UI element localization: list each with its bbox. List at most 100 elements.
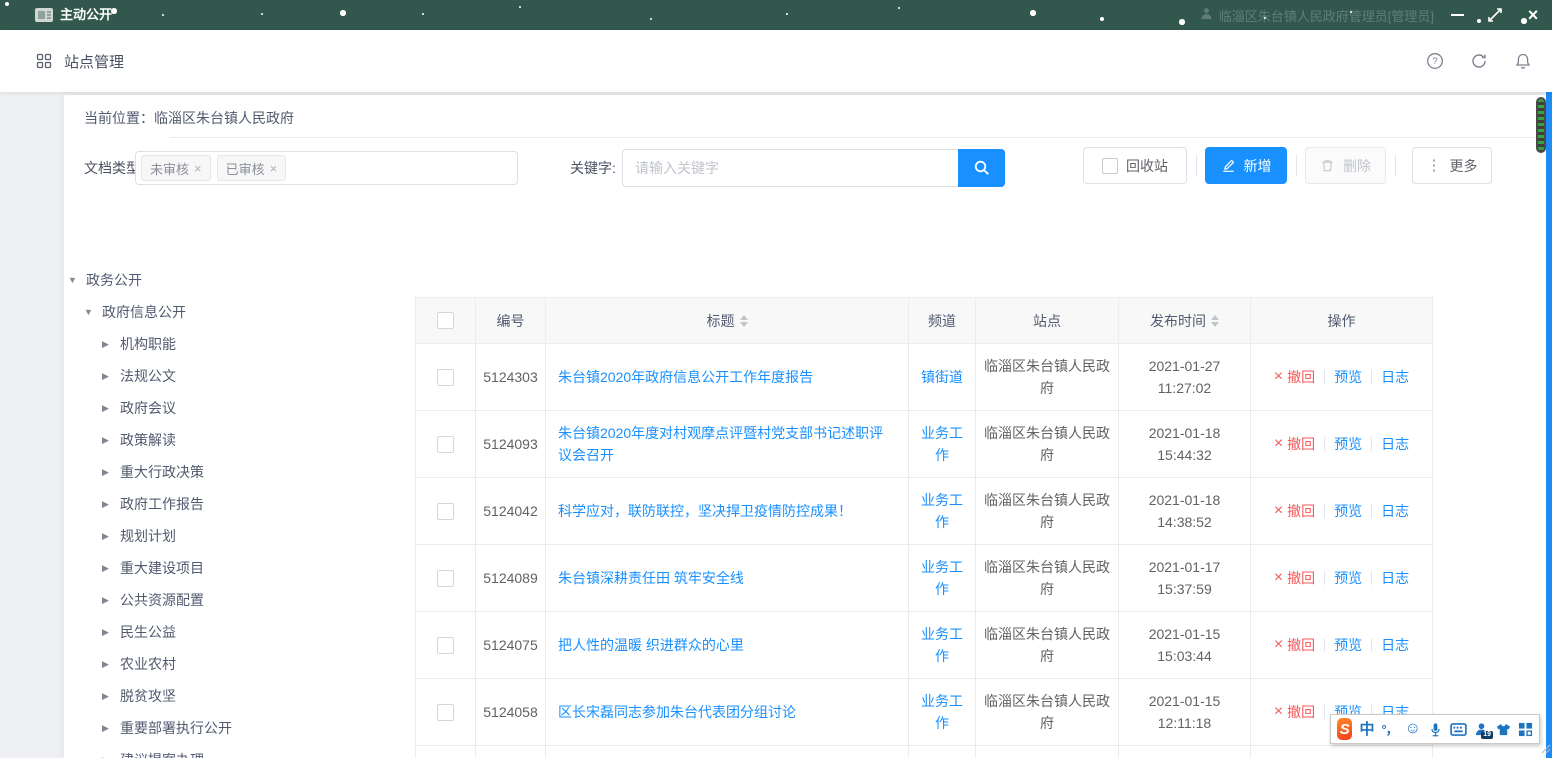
- recycle-checkbox[interactable]: [1102, 158, 1118, 174]
- sogou-logo-icon[interactable]: S: [1337, 718, 1352, 740]
- tree-item[interactable]: ▶脱贫攻坚: [102, 680, 176, 712]
- tree-item[interactable]: ▶农业农村: [102, 648, 176, 680]
- caret-right-icon[interactable]: ▶: [102, 339, 111, 350]
- doc-type-select[interactable]: 未审核 × 已审核 ×: [135, 151, 518, 185]
- row-checkbox[interactable]: [437, 704, 454, 721]
- ime-punctuation[interactable]: °，: [1381, 723, 1397, 736]
- tree-item[interactable]: ▶政府会议: [102, 392, 176, 424]
- tree-item-xinxigongkai[interactable]: ▼政府信息公开: [84, 296, 186, 328]
- delete-button[interactable]: 删除: [1305, 147, 1386, 184]
- tree-item[interactable]: ▶民生公益: [102, 616, 176, 648]
- caret-right-icon[interactable]: ▶: [102, 403, 111, 414]
- caret-right-icon[interactable]: ▶: [102, 627, 111, 638]
- header-title[interactable]: 标题: [546, 298, 909, 344]
- tag-close-icon[interactable]: ×: [194, 161, 202, 176]
- ime-mic-icon[interactable]: [1428, 722, 1443, 737]
- retract-link[interactable]: ×撤回: [1274, 567, 1315, 589]
- tree-item[interactable]: ▶法规公文: [102, 360, 176, 392]
- channel-link[interactable]: 镇街道: [921, 366, 963, 388]
- ime-skin-icon[interactable]: [1496, 722, 1511, 737]
- doc-title-link[interactable]: 朱台镇深耕责任田 筑牢安全线: [558, 567, 744, 589]
- caret-right-icon[interactable]: ▶: [102, 531, 111, 542]
- ime-toolbox-icon[interactable]: [1518, 722, 1533, 737]
- ime-keyboard-icon[interactable]: [1450, 723, 1467, 736]
- doc-title-link[interactable]: 把人性的温暖 织进群众的心里: [558, 634, 744, 656]
- retract-link[interactable]: ×撤回: [1274, 433, 1315, 455]
- search-button[interactable]: [958, 149, 1005, 187]
- resize-grip[interactable]: [1539, 741, 1551, 757]
- caret-down-icon[interactable]: ▼: [84, 307, 93, 317]
- retract-link[interactable]: ×撤回: [1274, 366, 1315, 388]
- ime-emoji-icon[interactable]: ☺: [1405, 721, 1421, 737]
- caret-right-icon[interactable]: ▶: [102, 755, 111, 758]
- caret-right-icon[interactable]: ▶: [102, 435, 111, 446]
- tree-item[interactable]: ▶重大建设项目: [102, 552, 204, 584]
- header-time[interactable]: 发布时间: [1119, 298, 1251, 344]
- doc-title-link[interactable]: 朱台镇2020年度对村观摩点评暨村党支部书记述职评议会召开: [558, 422, 896, 466]
- channel-link[interactable]: 业务工作: [917, 556, 967, 600]
- log-link[interactable]: 日志: [1381, 500, 1409, 522]
- sort-icon[interactable]: [1211, 315, 1219, 327]
- recycle-bin-button[interactable]: 回收站: [1083, 147, 1187, 184]
- tree-item[interactable]: ▶重大行政决策: [102, 456, 204, 488]
- channel-link[interactable]: 业务工作: [917, 489, 967, 533]
- caret-right-icon[interactable]: ▶: [102, 659, 111, 670]
- select-all-checkbox[interactable]: [437, 312, 454, 329]
- log-link[interactable]: 日志: [1381, 634, 1409, 656]
- doc-title-link[interactable]: 区长宋磊同志参加朱台代表团分组讨论: [558, 701, 796, 723]
- preview-link[interactable]: 预览: [1334, 634, 1362, 656]
- preview-link[interactable]: 预览: [1334, 433, 1362, 455]
- preview-link[interactable]: 预览: [1334, 500, 1362, 522]
- window-close-button[interactable]: ×: [1520, 0, 1546, 30]
- window-minimize-button[interactable]: [1444, 0, 1470, 30]
- retract-link[interactable]: ×撤回: [1274, 701, 1315, 723]
- caret-right-icon[interactable]: ▶: [102, 595, 111, 606]
- keyword-input[interactable]: [622, 149, 958, 187]
- channel-link[interactable]: 业务工作: [917, 690, 967, 734]
- log-link[interactable]: 日志: [1381, 366, 1409, 388]
- row-checkbox[interactable]: [437, 436, 454, 453]
- log-link[interactable]: 日志: [1381, 567, 1409, 589]
- tree-item[interactable]: ▶政策解读: [102, 424, 176, 456]
- tree-item-zhengwugongkai[interactable]: ▼政务公开: [68, 264, 142, 296]
- scrollbar-thumb[interactable]: [1536, 97, 1546, 153]
- caret-down-icon[interactable]: ▼: [68, 275, 77, 285]
- caret-right-icon[interactable]: ▶: [102, 371, 111, 382]
- row-checkbox[interactable]: [437, 637, 454, 654]
- ime-account-icon[interactable]: 19: [1474, 722, 1489, 737]
- row-checkbox[interactable]: [437, 503, 454, 520]
- caret-right-icon[interactable]: ▶: [102, 563, 111, 574]
- window-maximize-button[interactable]: [1482, 0, 1508, 30]
- tree-item[interactable]: ▶重要部署执行公开: [102, 712, 232, 744]
- log-link[interactable]: 日志: [1381, 433, 1409, 455]
- tree-item[interactable]: ▶规划计划: [102, 520, 176, 552]
- channel-link[interactable]: 业务工作: [917, 422, 967, 466]
- tree-item[interactable]: ▶公共资源配置: [102, 584, 204, 616]
- add-button[interactable]: 新增: [1205, 147, 1287, 184]
- row-checkbox[interactable]: [437, 570, 454, 587]
- preview-link[interactable]: 预览: [1334, 366, 1362, 388]
- doc-title-link[interactable]: 科学应对，联防联控，坚决捍卫疫情防控成果！: [558, 500, 852, 522]
- nav-site-management[interactable]: 站点管理: [36, 30, 124, 92]
- help-icon[interactable]: ?: [1426, 52, 1444, 70]
- doc-title-link[interactable]: 朱台镇2020年政府信息公开工作年度报告: [558, 366, 813, 388]
- bell-icon[interactable]: [1514, 52, 1532, 70]
- ime-chinese-mode[interactable]: 中: [1359, 722, 1374, 737]
- scrollbar-track[interactable]: [1546, 85, 1552, 758]
- tree-item[interactable]: ▶建议提案办理: [102, 744, 204, 758]
- refresh-icon[interactable]: [1470, 52, 1488, 70]
- tree-item[interactable]: ▶机构职能: [102, 328, 176, 360]
- caret-right-icon[interactable]: ▶: [102, 499, 111, 510]
- more-button[interactable]: ⋮ 更多: [1412, 147, 1492, 184]
- caret-right-icon[interactable]: ▶: [102, 723, 111, 734]
- channel-link[interactable]: 业务工作: [917, 623, 967, 667]
- tree-item[interactable]: ▶政府工作报告: [102, 488, 204, 520]
- caret-right-icon[interactable]: ▶: [102, 467, 111, 478]
- preview-link[interactable]: 预览: [1334, 567, 1362, 589]
- retract-link[interactable]: ×撤回: [1274, 500, 1315, 522]
- caret-right-icon[interactable]: ▶: [102, 691, 111, 702]
- retract-link[interactable]: ×撤回: [1274, 634, 1315, 656]
- sort-icon[interactable]: [740, 315, 748, 327]
- tag-close-icon[interactable]: ×: [270, 161, 278, 176]
- row-checkbox[interactable]: [437, 369, 454, 386]
